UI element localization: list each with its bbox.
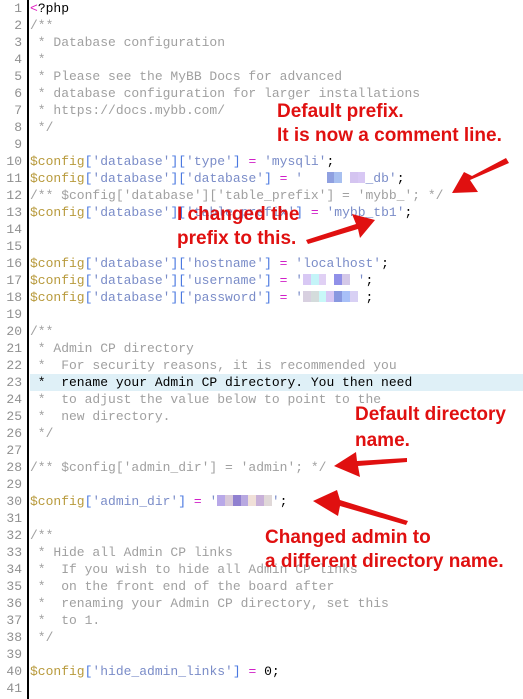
annotation-line: a different directory name. <box>265 551 504 572</box>
annotation-changed-prefix: I changed the prefix to this. <box>177 203 299 251</box>
annotation-line: Default directory <box>355 404 506 425</box>
arrow-icon <box>452 158 509 193</box>
annotation-line: prefix to this. <box>177 228 297 249</box>
arrow-icon <box>313 490 408 525</box>
arrow-icon <box>334 452 407 477</box>
arrow-icon <box>306 214 375 244</box>
annotation-line: It is now a comment line. <box>277 125 502 146</box>
annotation-changed-directory: Changed admin to a different directory n… <box>265 526 504 574</box>
annotation-line: Changed admin to <box>265 527 431 548</box>
annotation-line: name. <box>355 430 410 451</box>
annotation-line: Default prefix. <box>277 101 404 122</box>
annotation-default-prefix: Default prefix. It is now a comment line… <box>277 100 502 148</box>
annotation-line: I changed the <box>177 204 300 225</box>
annotation-default-directory: Default directory name. <box>355 402 506 454</box>
